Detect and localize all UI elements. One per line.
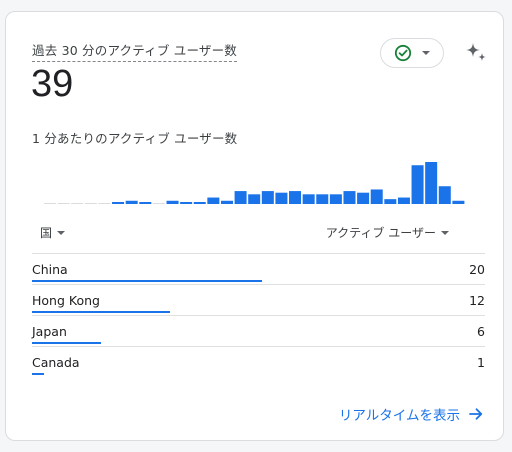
minute-bar (57, 203, 70, 204)
chevron-down-icon (441, 230, 449, 235)
insights-sparkle-icon[interactable] (462, 39, 490, 67)
minute-bar (98, 203, 111, 204)
minute-bar (220, 200, 233, 204)
minute-bar (289, 191, 302, 204)
user-count: 20 (469, 262, 485, 277)
table-row: China 20 (32, 253, 485, 284)
metric-selector[interactable]: アクティブ ユーザー (326, 224, 449, 241)
minute-bar (234, 191, 247, 204)
check-circle-icon (394, 44, 412, 62)
minute-bar (152, 203, 165, 204)
chevron-down-icon (57, 230, 66, 235)
minute-bar (411, 165, 424, 204)
user-count: 6 (477, 324, 485, 339)
minute-bar (166, 200, 179, 204)
table-row: Japan 6 (32, 315, 485, 346)
arrow-right-icon (469, 408, 483, 420)
minute-bar (248, 194, 261, 204)
user-count: 1 (477, 355, 485, 370)
minute-bar (261, 191, 274, 204)
realtime-card: 過去 30 分のアクティブ ユーザー数 39 1 分あたりのアクティブ ユーザー… (5, 11, 504, 441)
dimension-selector[interactable]: 国 (40, 224, 66, 241)
minute-bar (207, 197, 220, 204)
chevron-down-icon (422, 51, 430, 55)
minute-bar (302, 194, 315, 204)
share-bar (32, 311, 170, 313)
minute-bar (357, 192, 370, 204)
country-name: Japan (32, 324, 67, 339)
metric-label[interactable]: 過去 30 分のアクティブ ユーザー数 (32, 40, 238, 62)
country-table: China 20 Hong Kong 12 Japan 6 Canada 1 (32, 253, 485, 377)
minute-bar (180, 202, 193, 204)
minute-bar (139, 202, 152, 204)
minute-bar (329, 194, 342, 204)
per-minute-bar-chart (44, 162, 465, 204)
minute-bar (370, 189, 383, 204)
minute-bar (84, 203, 97, 204)
view-realtime-link[interactable]: リアルタイムを表示 (339, 404, 484, 424)
per-minute-chart-title: 1 分あたりのアクティブ ユーザー数 (32, 131, 238, 146)
minute-bar (193, 202, 206, 204)
minute-bar (438, 186, 451, 204)
share-bar (32, 373, 44, 375)
minute-bar (125, 200, 138, 204)
minute-bar (71, 203, 84, 204)
share-bar (32, 342, 101, 344)
minute-bar (384, 199, 397, 204)
status-dropdown[interactable] (380, 38, 444, 68)
country-name: Canada (32, 355, 80, 370)
share-bar (32, 280, 262, 282)
minute-bar (397, 197, 410, 204)
minute-bar (112, 202, 125, 204)
user-count: 12 (469, 293, 485, 308)
metric-header: アクティブ ユーザー (325, 226, 436, 240)
minute-bar (425, 162, 438, 204)
table-row: Canada 1 (32, 346, 485, 377)
country-name: Hong Kong (32, 293, 100, 308)
dimension-header: 国 (40, 226, 53, 240)
view-realtime-label: リアルタイムを表示 (338, 408, 460, 424)
minute-bar (452, 200, 465, 204)
country-name: China (32, 262, 68, 277)
minute-bar (316, 194, 329, 204)
minute-bar (275, 192, 288, 204)
table-row: Hong Kong 12 (32, 284, 485, 315)
minute-bar (343, 191, 356, 204)
minute-bar (44, 203, 57, 204)
metric-value: 39 (31, 63, 74, 105)
